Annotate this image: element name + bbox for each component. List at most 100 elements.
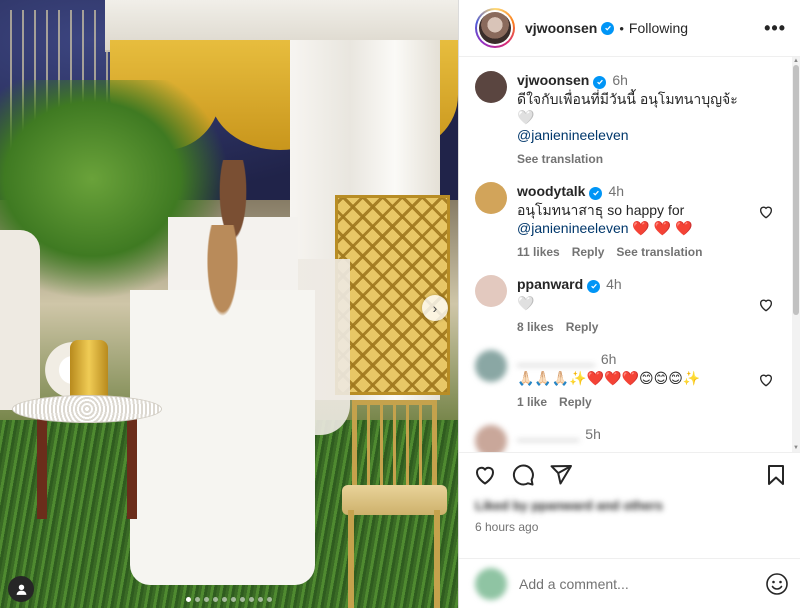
chair-seat [342, 485, 447, 515]
comment-header: woodytalk 4h [517, 182, 754, 201]
chair-leg [434, 510, 440, 608]
carousel-dot [231, 597, 236, 602]
more-options-icon[interactable]: ••• [764, 19, 786, 37]
comment-time[interactable]: 5h [585, 426, 601, 442]
commenter-avatar[interactable] [475, 425, 507, 452]
post-timestamp: 6 hours ago [475, 520, 539, 534]
carousel-dot [186, 597, 191, 602]
comment-time[interactable]: 6h [601, 351, 617, 367]
post-photo[interactable]: › [0, 0, 458, 608]
carousel-dot [240, 597, 245, 602]
commenter-avatar[interactable] [475, 275, 507, 307]
comment-time[interactable]: 4h [608, 183, 624, 199]
comment-time[interactable]: 4h [606, 276, 622, 292]
commenter-avatar[interactable] [475, 182, 507, 214]
comment-header: vjwoonsen 6h [517, 71, 754, 90]
bookmark-icon[interactable] [764, 463, 788, 487]
photo-guest [0, 230, 40, 410]
comment-body: ________ 5h [517, 425, 784, 452]
current-user-avatar [475, 567, 507, 600]
author-username[interactable]: vjwoonsen [525, 20, 597, 36]
comment-icon[interactable] [511, 463, 535, 487]
verified-badge-icon [587, 279, 601, 293]
commenter-username[interactable]: woodytalk [517, 183, 585, 199]
comment-item: __________ 6h 🙏🏻🙏🏻🙏🏻✨❤️❤️❤️😊😊😊✨ 1 like Reply [475, 350, 784, 411]
author-avatar[interactable] [475, 8, 515, 48]
add-comment-input[interactable] [519, 575, 765, 592]
follow-status-button[interactable]: Following [629, 20, 688, 36]
verified-badge-icon [601, 21, 615, 35]
comment-item: woodytalk 4h อนุโมทนาสาธุ so happy for @jan… [475, 182, 784, 261]
commenter-username[interactable]: vjwoonsen [517, 72, 589, 88]
reply-button[interactable]: Reply [566, 320, 599, 334]
reply-button[interactable]: Reply [559, 395, 592, 409]
comment-meta: 1 like Reply [517, 393, 754, 411]
comment-meta: 8 likes Reply [517, 318, 754, 336]
comment-likes-count[interactable]: 11 likes [517, 245, 560, 259]
share-icon[interactable] [549, 463, 573, 487]
table-leg [37, 419, 47, 519]
mention-link[interactable]: @janienineeleven [517, 127, 629, 143]
comment-item: ppanward 4h 🤍 8 likes Reply [475, 275, 784, 336]
comment-body: vjwoonsen 6h ดีใจกับเพื่อนที่มีวันนี้ อนุโ… [517, 71, 784, 168]
comment-header: __________ 6h [517, 350, 754, 369]
commenter-username[interactable]: __________ [517, 351, 595, 367]
verified-badge-icon [593, 75, 607, 89]
comment-likes-count[interactable]: 1 like [517, 395, 547, 409]
photo-side-table [12, 395, 162, 525]
post-header: vjwoonsen • Following ••• [459, 0, 800, 57]
comment-meta: 11 likes Reply See translation [517, 243, 754, 261]
commenter-username[interactable]: ppanward [517, 276, 583, 292]
liked-by-text[interactable]: Liked by ppanward and others [459, 496, 800, 518]
comment-like-heart-icon[interactable] [758, 204, 774, 220]
carousel-dot [267, 597, 272, 602]
comment-like-heart-icon[interactable] [758, 297, 774, 313]
heart-icon[interactable] [473, 463, 497, 487]
table-top [12, 395, 162, 423]
separator-dot: • [619, 20, 624, 36]
comment-text: ดีใจกับเพื่อนที่มีวันนี้ อนุโมทนาบุญจ้ะ … [517, 91, 738, 125]
user-icon [16, 584, 26, 595]
photo-gold-chair [342, 400, 450, 608]
commenter-avatar[interactable] [475, 350, 507, 382]
instagram-post-view: › vjwoonsen • Following ••• ▲ ▼ vjwoonse… [0, 0, 800, 608]
comment-mention-line: @janienineeleven [517, 126, 754, 144]
carousel-dot [222, 597, 227, 602]
comment-item: vjwoonsen 6h ดีใจกับเพื่อนที่มีวันนี้ อนุโ… [475, 71, 784, 168]
commenter-avatar[interactable] [475, 71, 507, 103]
carousel-dot [258, 597, 263, 602]
comment-meta: See translation [517, 150, 754, 168]
add-comment-bar [459, 558, 800, 608]
verified-badge-icon [589, 186, 603, 200]
comment-text: อนุโมทนาสาธุ so happy for [517, 202, 685, 218]
comment-header: ppanward 4h [517, 275, 754, 294]
carousel-next-button[interactable]: › [422, 295, 448, 321]
carousel-dot [204, 597, 209, 602]
comment-item: ________ 5h [475, 425, 784, 452]
reply-button[interactable]: Reply [572, 245, 605, 259]
carousel-dot [195, 597, 200, 602]
comments-list: vjwoonsen 6h ดีใจกับเพื่อนที่มีวันนี้ อนุโ… [459, 57, 800, 452]
carousel-dot [249, 597, 254, 602]
table-leg [127, 419, 137, 519]
comment-body: ppanward 4h 🤍 8 likes Reply [517, 275, 784, 336]
commenter-username[interactable]: ________ [517, 426, 579, 442]
comment-likes-count[interactable]: 8 likes [517, 320, 554, 334]
comment-like-heart-icon[interactable] [758, 372, 774, 388]
comment-body: woodytalk 4h อนุโมทนาสาธุ so happy for @jan… [517, 182, 784, 261]
see-translation-link[interactable]: See translation [616, 245, 702, 259]
smiley-icon[interactable] [765, 572, 789, 596]
mention-link[interactable]: @janienineeleven [517, 220, 629, 236]
post-actions-bar [459, 452, 800, 496]
comment-time[interactable]: 6h [612, 72, 628, 88]
comment-emoji: ❤️ ❤️ ❤️ [628, 220, 693, 236]
chair-back [352, 400, 437, 490]
comment-body: __________ 6h 🙏🏻🙏🏻🙏🏻✨❤️❤️❤️😊😊😊✨ 1 like Reply [517, 350, 784, 411]
comment-text: 🤍 [517, 295, 535, 311]
carousel-dot [213, 597, 218, 602]
comment-header: ________ 5h [517, 425, 754, 444]
comment-mention-line: @janienineeleven ❤️ ❤️ ❤️ [517, 219, 754, 237]
comment-text: 🙏🏻🙏🏻🙏🏻✨❤️❤️❤️😊😊😊✨ [517, 370, 701, 386]
chair-leg [348, 510, 354, 608]
see-translation-link[interactable]: See translation [517, 152, 603, 166]
